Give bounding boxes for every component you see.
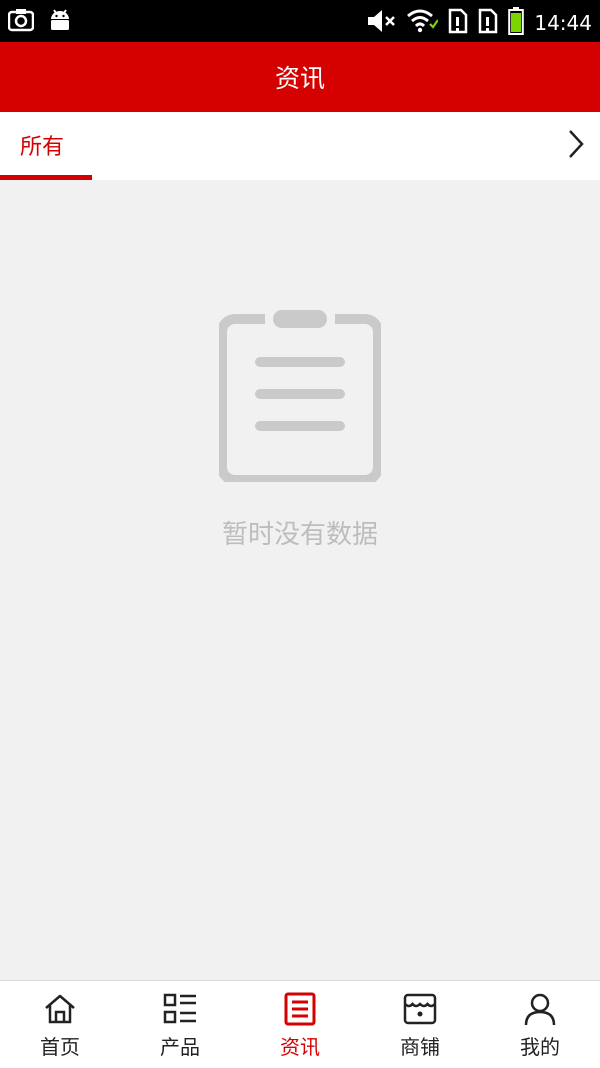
nav-label-news: 资讯 [280,1035,320,1059]
profile-icon [523,991,557,1027]
nav-profile[interactable]: 我的 [480,981,600,1068]
tab-all[interactable]: 所有 [0,112,92,180]
clipboard-icon [217,310,383,486]
nav-label-products: 产品 [160,1035,200,1059]
mute-icon [366,8,396,38]
tab-more-button[interactable] [552,112,600,180]
chevron-right-icon [566,128,586,164]
nav-news[interactable]: 资讯 [240,981,360,1068]
nav-label-profile: 我的 [520,1035,560,1059]
nav-shop[interactable]: 商铺 [360,981,480,1068]
tab-label: 所有 [20,135,65,160]
app-header: 资讯 [0,42,600,112]
category-tab-bar: 所有 [0,112,600,180]
nav-home[interactable]: 首页 [0,981,120,1068]
status-bar: 14:44 [0,0,600,42]
clock: 14:44 [534,11,592,35]
android-icon [48,8,72,36]
battery-icon [508,7,525,39]
shop-icon [403,991,437,1027]
list-icon [163,991,197,1027]
nav-products[interactable]: 产品 [120,981,240,1068]
home-icon [43,991,77,1027]
empty-message: 暂时没有数据 [221,520,378,550]
active-tab-indicator [0,175,92,180]
screenshot-icon [7,8,35,36]
page-title: 资讯 [274,64,325,93]
bottom-navigation: 首页 产品 资讯 商铺 我的 [0,980,600,1068]
nav-label-home: 首页 [40,1035,80,1059]
news-icon [284,991,316,1027]
nav-label-shop: 商铺 [400,1035,440,1059]
wifi-icon [406,8,440,38]
sim1-icon [448,8,468,38]
sim2-icon [478,8,498,38]
